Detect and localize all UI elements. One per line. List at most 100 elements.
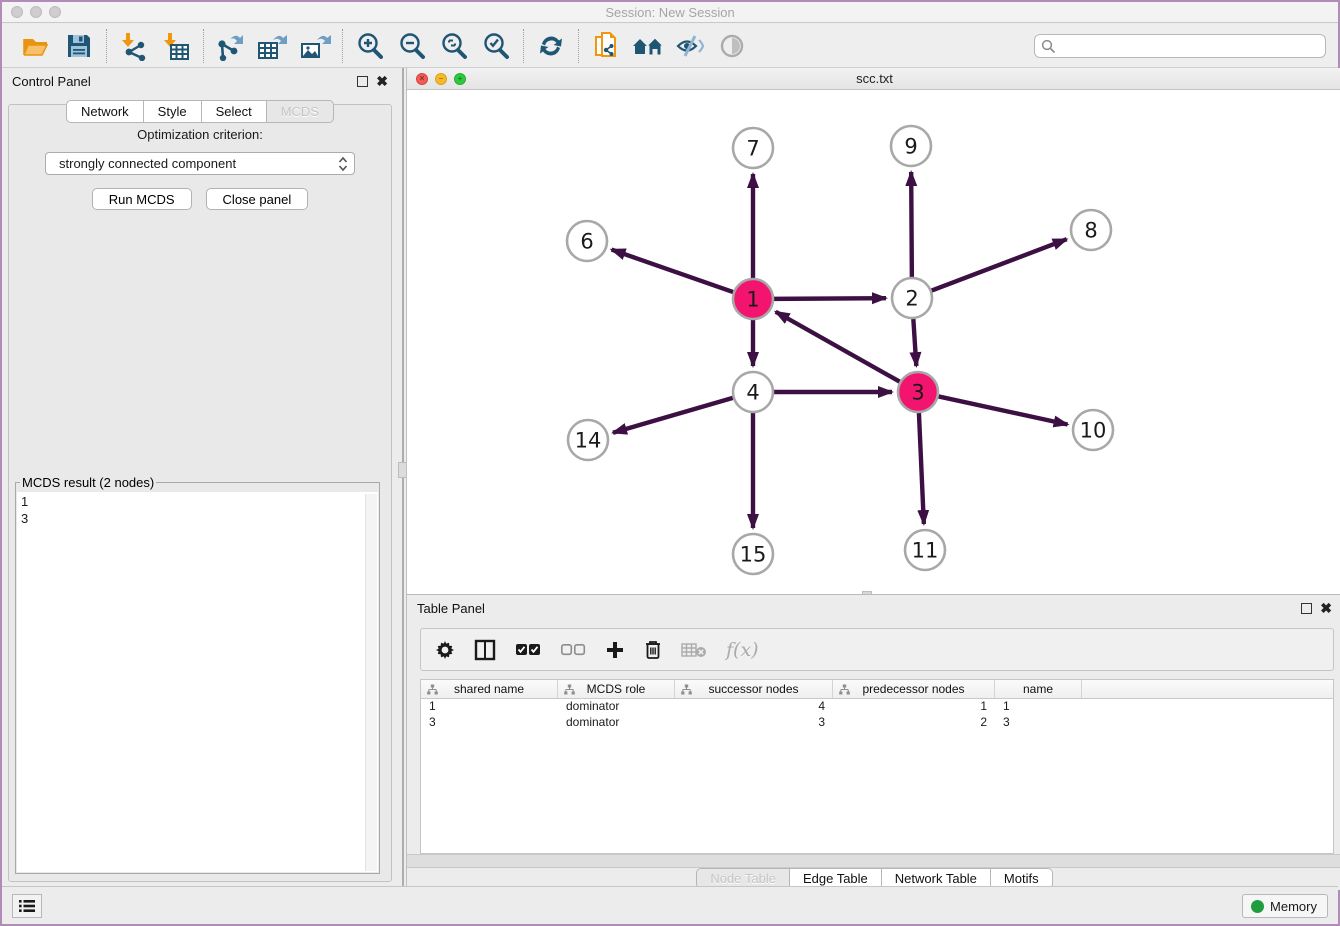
table-cell[interactable]: 4 <box>675 699 833 715</box>
control-tab-mcds[interactable]: MCDS <box>267 100 334 123</box>
network-close-button[interactable]: ✕ <box>416 73 428 85</box>
export-image-button[interactable] <box>298 29 332 63</box>
node-label-2: 2 <box>905 287 918 311</box>
table-panel-float-button[interactable] <box>1301 603 1312 614</box>
control-panel-close-button[interactable]: ✖ <box>376 74 388 88</box>
control-tab-style[interactable]: Style <box>144 100 202 123</box>
zoom-out-button[interactable] <box>395 29 429 63</box>
table-cell[interactable]: 2 <box>833 715 995 731</box>
table-cell[interactable]: 1 <box>995 699 1082 715</box>
node-1[interactable]: 1 <box>733 279 773 319</box>
edge-4-14[interactable] <box>613 398 733 433</box>
deselect-all-button[interactable] <box>560 643 586 656</box>
export-network-button[interactable] <box>214 29 248 63</box>
table-cell[interactable]: 3 <box>995 715 1082 731</box>
network-view-window: ✕ − + scc.txt 7 9 6 8 1 2 4 3 14 10 15 11 <box>406 68 1340 594</box>
edge-1-6[interactable] <box>612 250 734 292</box>
column-header-predecessor-nodes[interactable]: predecessor nodes <box>833 680 995 698</box>
first-neighbors-button[interactable] <box>631 29 665 63</box>
panel-splitter[interactable] <box>402 68 404 890</box>
criterion-dropdown[interactable]: strongly connected component <box>45 152 355 175</box>
node-2[interactable]: 2 <box>892 278 932 318</box>
table-cell[interactable]: dominator <box>558 715 675 731</box>
network-minimize-button[interactable]: − <box>435 73 447 85</box>
select-all-button[interactable] <box>515 643 541 656</box>
close-panel-button[interactable]: Close panel <box>206 188 309 210</box>
table-panel-close-button[interactable]: ✖ <box>1320 601 1332 615</box>
window-close-button[interactable] <box>11 6 23 18</box>
table-cell[interactable]: 3 <box>421 715 558 731</box>
node-11[interactable]: 11 <box>905 530 945 570</box>
edge-3-10[interactable] <box>939 396 1068 424</box>
node-6[interactable]: 6 <box>567 221 607 261</box>
edge-3-1[interactable] <box>776 312 900 382</box>
add-row-button[interactable] <box>605 640 625 660</box>
node-8[interactable]: 8 <box>1071 210 1111 250</box>
network-maximize-button[interactable]: + <box>454 73 466 85</box>
import-table-icon <box>162 31 190 61</box>
control-tab-network[interactable]: Network <box>66 100 144 123</box>
column-header-name[interactable]: name <box>995 680 1082 698</box>
control-panel-float-button[interactable] <box>357 76 368 87</box>
column-header-shared-name[interactable]: shared name <box>421 680 558 698</box>
zoom-fit-button[interactable] <box>437 29 471 63</box>
clone-network-button[interactable] <box>589 29 623 63</box>
column-header-label: shared name <box>454 682 524 696</box>
hide-selected-button[interactable] <box>673 29 707 63</box>
edge-3-11[interactable] <box>919 413 924 524</box>
function-builder-button[interactable]: f(x) <box>726 639 759 661</box>
network-canvas[interactable]: 7 9 6 8 1 2 4 3 14 10 15 11 <box>407 90 1340 594</box>
node-15[interactable]: 15 <box>733 534 773 574</box>
node-10[interactable]: 10 <box>1073 410 1113 450</box>
memory-button[interactable]: Memory <box>1242 894 1328 918</box>
import-network-button[interactable] <box>117 29 151 63</box>
table-cell[interactable]: 1 <box>833 699 995 715</box>
apply-layout-button[interactable] <box>534 29 568 63</box>
import-table-button[interactable] <box>159 29 193 63</box>
search-input[interactable] <box>1034 34 1326 58</box>
column-header-successor-nodes[interactable]: successor nodes <box>675 680 833 698</box>
task-history-button[interactable] <box>12 894 42 918</box>
result-scrollbar[interactable] <box>365 494 377 871</box>
export-table-button[interactable] <box>256 29 290 63</box>
export-network-icon <box>216 31 246 61</box>
column-header-MCDS-role[interactable]: MCDS role <box>558 680 675 698</box>
table-cell[interactable]: dominator <box>558 699 675 715</box>
node-9[interactable]: 9 <box>891 126 931 166</box>
table-cell[interactable]: 3 <box>675 715 833 731</box>
search-icon <box>1041 39 1056 54</box>
node-label-9: 9 <box>904 135 917 159</box>
window-minimize-button[interactable] <box>30 6 42 18</box>
save-session-button[interactable] <box>62 29 96 63</box>
edge-1-2[interactable] <box>774 298 886 299</box>
mcds-result-textarea[interactable]: 13 <box>17 492 378 872</box>
delete-row-button[interactable] <box>644 639 662 660</box>
run-mcds-button[interactable]: Run MCDS <box>92 188 192 210</box>
edge-2-8[interactable] <box>932 239 1067 290</box>
open-file-button[interactable] <box>20 29 54 63</box>
window-zoom-button[interactable] <box>49 6 61 18</box>
zoom-in-button[interactable] <box>353 29 387 63</box>
column-header-label: MCDS role <box>587 682 646 696</box>
delete-table-button[interactable] <box>681 642 707 658</box>
node-3[interactable]: 3 <box>898 372 938 412</box>
column-header-label: predecessor nodes <box>862 682 964 696</box>
import-network-icon <box>120 31 148 61</box>
table-row[interactable]: 3dominator323 <box>421 715 1333 731</box>
table-cell[interactable]: 1 <box>421 699 558 715</box>
node-14[interactable]: 14 <box>568 420 608 460</box>
network-window-title: scc.txt <box>856 71 893 86</box>
table-row[interactable]: 1dominator411 <box>421 699 1333 715</box>
dropdown-arrows-icon <box>338 156 348 172</box>
node-label-8: 8 <box>1084 219 1097 243</box>
gear-icon <box>435 640 455 660</box>
zoom-selected-button[interactable] <box>479 29 513 63</box>
edge-2-3[interactable] <box>913 319 916 366</box>
control-tab-select[interactable]: Select <box>202 100 267 123</box>
node-4[interactable]: 4 <box>733 372 773 412</box>
table-settings-button[interactable] <box>435 640 455 660</box>
column-manager-button[interactable] <box>474 639 496 661</box>
edge-2-9[interactable] <box>911 172 912 277</box>
node-7[interactable]: 7 <box>733 128 773 168</box>
show-all-button[interactable] <box>715 29 749 63</box>
